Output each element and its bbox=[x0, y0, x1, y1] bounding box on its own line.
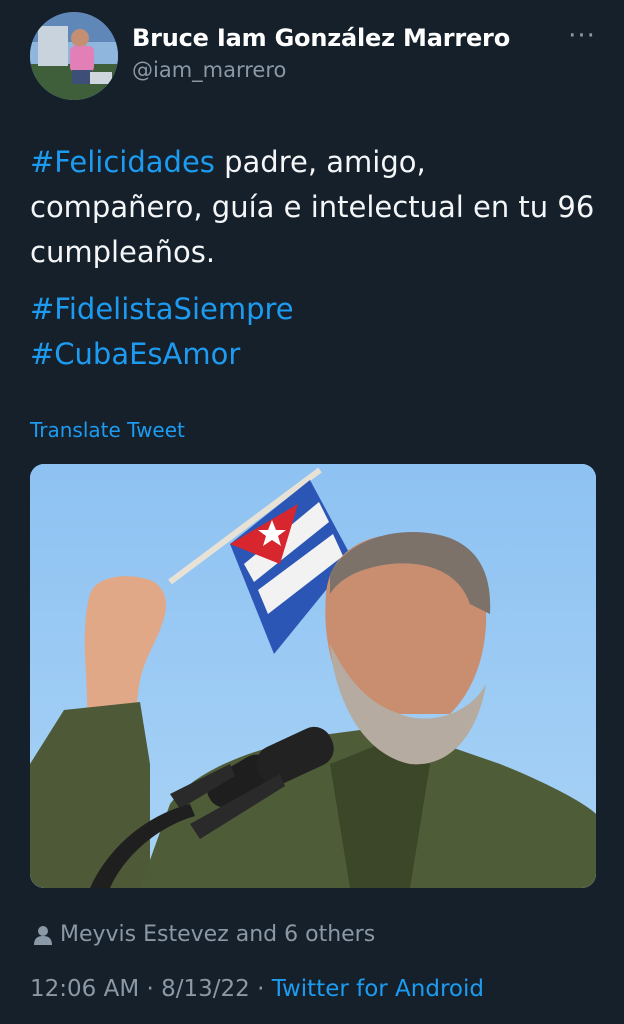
avatar[interactable] bbox=[30, 12, 118, 100]
meta-separator: · bbox=[139, 976, 162, 1002]
tweet-text: #Felicidades padre, amigo, compañero, gu… bbox=[30, 140, 600, 377]
avatar-image bbox=[30, 12, 118, 100]
hashtag-fidelistasiempre[interactable]: #FidelistaSiempre bbox=[30, 292, 294, 326]
meta-separator: · bbox=[249, 976, 272, 1002]
tweet-date[interactable]: 8/13/22 bbox=[161, 976, 250, 1002]
tweet-source-link[interactable]: Twitter for Android bbox=[272, 976, 484, 1002]
hashtag-cubaesamor[interactable]: #CubaEsAmor bbox=[30, 337, 240, 371]
translate-tweet-link[interactable]: Translate Tweet bbox=[30, 418, 185, 442]
person-icon bbox=[34, 925, 52, 945]
hashtag-felicidades[interactable]: #Felicidades bbox=[30, 145, 215, 179]
tweet-metadata: 12:06 AM · 8/13/22 · Twitter for Android bbox=[30, 976, 484, 1002]
tweet-photo[interactable] bbox=[30, 464, 596, 888]
author-handle[interactable]: @iam_marrero bbox=[132, 58, 286, 82]
liked-by-row[interactable]: Meyvis Estevez and 6 others bbox=[34, 922, 375, 947]
author-display-name[interactable]: Bruce Iam González Marrero bbox=[132, 24, 510, 52]
liked-by-text: Meyvis Estevez and 6 others bbox=[60, 922, 376, 947]
tweet-time[interactable]: 12:06 AM bbox=[30, 976, 139, 1002]
tweet-card: Bruce Iam González Marrero @iam_marrero … bbox=[0, 0, 624, 1024]
more-options-button[interactable]: ··· bbox=[560, 23, 604, 54]
photo-image bbox=[30, 464, 596, 888]
tweet-paragraph: #Felicidades padre, amigo, compañero, gu… bbox=[30, 140, 600, 275]
tweet-paragraph: #CubaEsAmor bbox=[30, 332, 600, 377]
more-horizontal-icon: ··· bbox=[568, 21, 596, 51]
tweet-paragraph: #FidelistaSiempre bbox=[30, 287, 600, 332]
